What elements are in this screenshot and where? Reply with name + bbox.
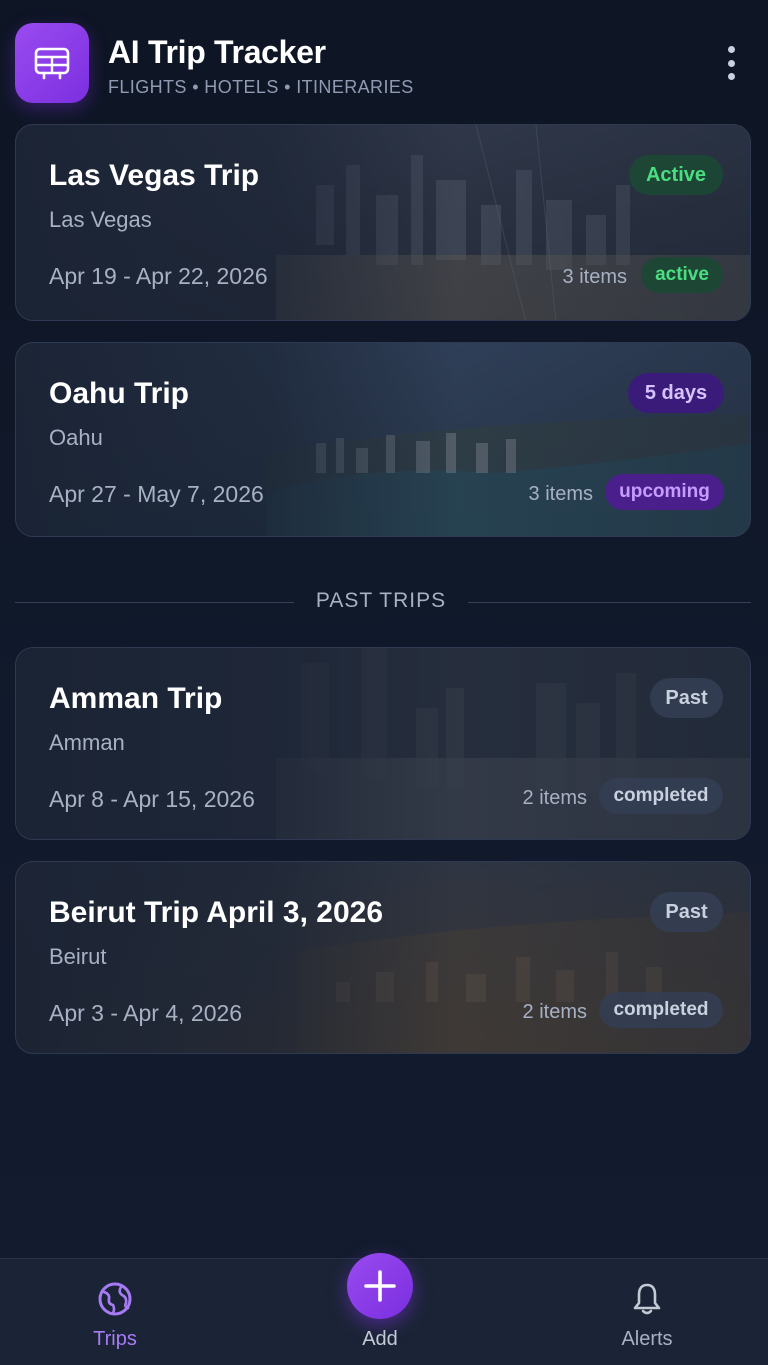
app-subtitle: FLIGHTS • HOTELS • ITINERARIES <box>108 77 414 97</box>
add-trip-button[interactable] <box>347 1253 413 1319</box>
trip-name: Oahu Trip <box>49 377 190 410</box>
item-count: 2 items <box>522 1001 587 1023</box>
item-count: 2 items <box>522 787 587 809</box>
trip-city: Amman <box>49 730 125 755</box>
past-trips-heading: PAST TRIPS <box>315 589 447 612</box>
past-badge: Past <box>650 678 723 718</box>
trip-card-oahu[interactable]: Oahu Trip Oahu Apr 27 - May 7, 2026 5 da… <box>15 342 751 537</box>
app-logo <box>15 23 89 103</box>
app-screen: AI Trip Tracker FLIGHTS • HOTELS • ITINE… <box>0 0 768 1365</box>
nav-alerts[interactable]: Alerts <box>587 1281 707 1351</box>
trip-card-las-vegas[interactable]: Las Vegas Trip Las Vegas Apr 19 - Apr 22… <box>15 124 751 321</box>
days-badge: 5 days <box>628 373 724 413</box>
status-pill: upcoming <box>605 474 724 510</box>
item-count: 3 items <box>562 266 627 288</box>
app-header: AI Trip Tracker FLIGHTS • HOTELS • ITINE… <box>0 0 768 115</box>
trip-dates: Apr 8 - Apr 15, 2026 <box>49 786 255 812</box>
past-badge: Past <box>650 892 723 932</box>
trip-dates: Apr 19 - Apr 22, 2026 <box>49 263 268 289</box>
nav-trips-label: Trips <box>93 1328 137 1350</box>
trip-card-beirut[interactable]: Beirut Trip April 3, 2026 Beirut Apr 3 -… <box>15 861 751 1054</box>
status-pill: active <box>641 257 723 293</box>
divider-line <box>468 602 751 603</box>
trip-card-amman[interactable]: Amman Trip Amman Apr 8 - Apr 15, 2026 Pa… <box>15 647 751 840</box>
trip-city: Beirut <box>49 944 107 969</box>
status-pill: completed <box>599 992 723 1028</box>
status-badge: Active <box>629 155 723 195</box>
item-count: 3 items <box>528 483 593 505</box>
plus-icon <box>364 1270 396 1302</box>
bell-icon <box>633 1283 661 1315</box>
trip-name: Amman Trip <box>49 682 223 715</box>
luggage-icon <box>34 47 70 80</box>
more-dots-icon <box>727 46 735 53</box>
divider-line <box>15 602 294 603</box>
add-label: Add <box>362 1328 398 1350</box>
trip-dates: Apr 27 - May 7, 2026 <box>49 481 264 507</box>
nav-alerts-label: Alerts <box>621 1328 673 1350</box>
app-title: AI Trip Tracker <box>108 34 326 70</box>
status-pill: completed <box>599 778 723 814</box>
more-options-button[interactable] <box>716 40 746 86</box>
trip-name: Las Vegas Trip <box>49 159 260 192</box>
globe-icon <box>98 1282 132 1316</box>
trip-dates: Apr 3 - Apr 4, 2026 <box>49 1000 243 1026</box>
trip-city: Las Vegas <box>49 207 152 232</box>
trip-name: Beirut Trip April 3, 2026 <box>49 896 383 929</box>
nav-trips[interactable]: Trips <box>55 1281 175 1351</box>
trip-city: Oahu <box>49 425 103 450</box>
